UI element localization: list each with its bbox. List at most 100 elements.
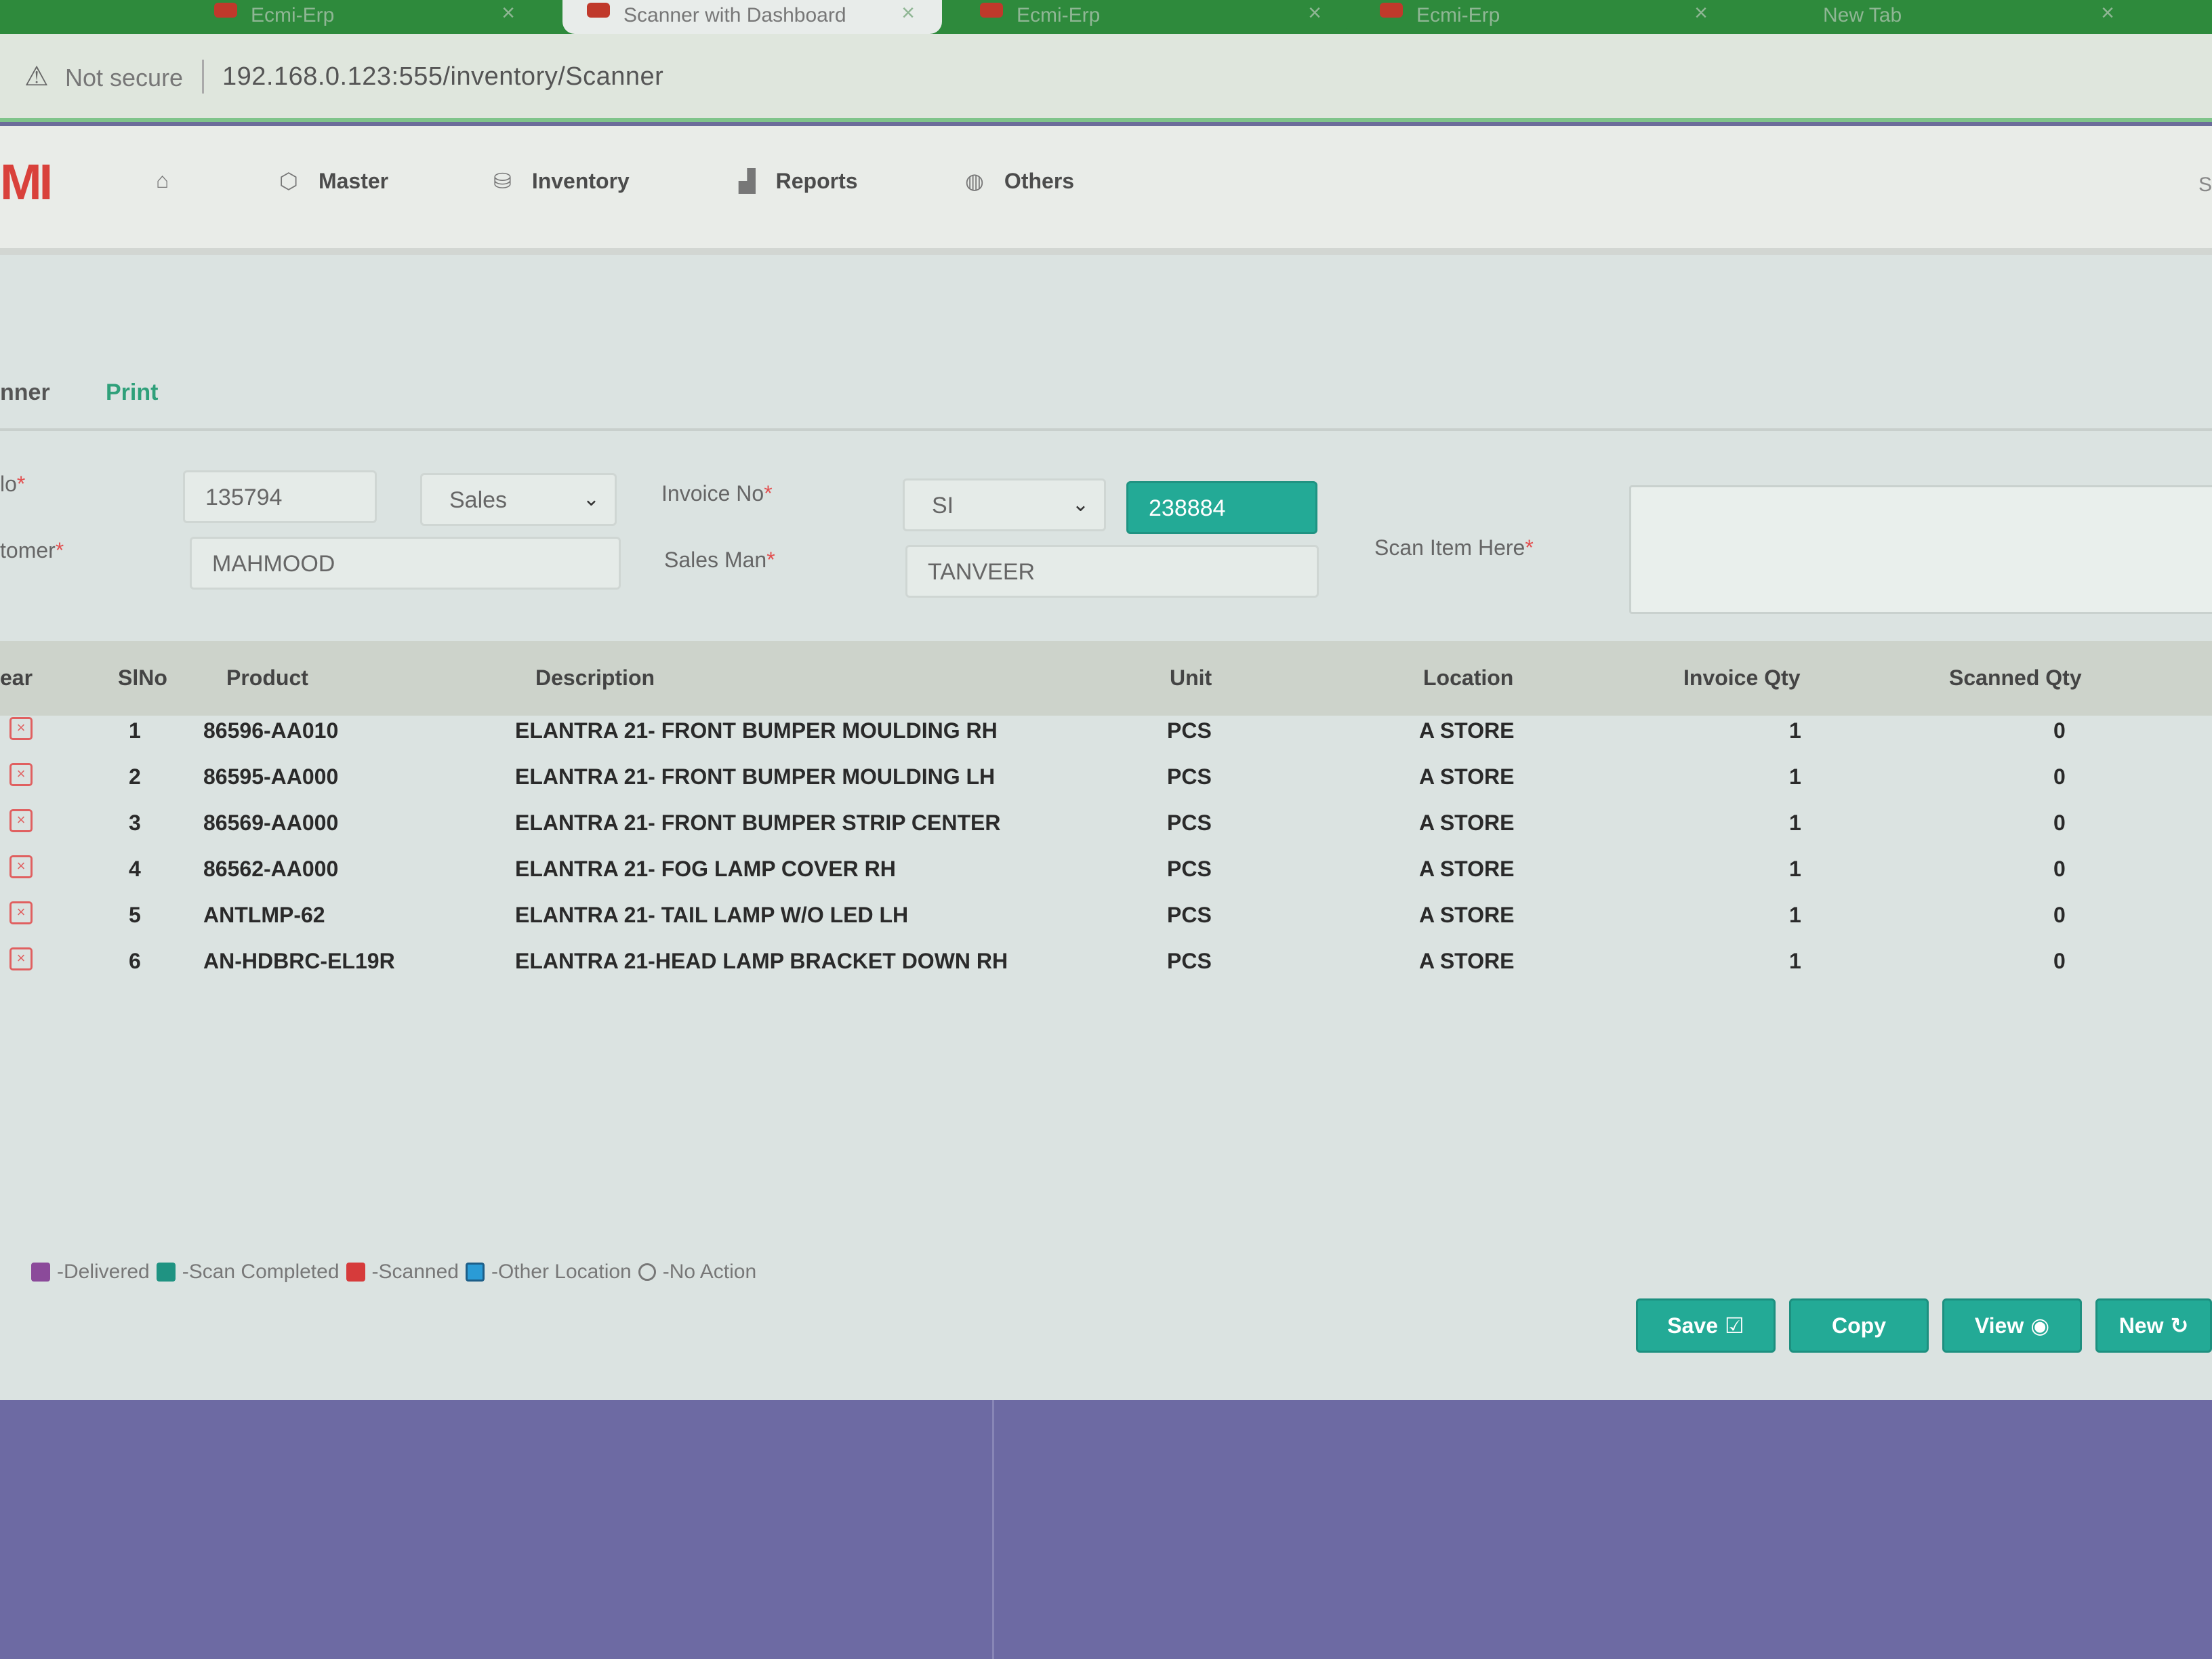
warning-icon[interactable]: ⚠ [24, 61, 49, 92]
col-product: Product [226, 665, 308, 690]
close-icon[interactable]: × [501, 0, 515, 26]
invoice-number-input[interactable]: 238884 [1126, 481, 1317, 534]
table-row[interactable]: × 4 86562-AA000 ELANTRA 21- FOG LAMP COV… [0, 847, 2212, 893]
cell-scanned-qty: 0 [2053, 903, 2066, 927]
table-row[interactable]: × 5 ANTLMP-62 ELANTRA 21- TAIL LAMP W/O … [0, 893, 2212, 939]
salesman-label-text: Sales Man [664, 548, 767, 572]
cell-product: ANTLMP-62 [203, 903, 325, 927]
tab-print[interactable]: Print [106, 380, 158, 406]
scan-label-text: Scan Item Here [1374, 535, 1525, 560]
delete-row-icon[interactable]: × [9, 901, 33, 924]
browser-tab-active[interactable]: Scanner with Dashboard × [562, 0, 942, 34]
browser-tab[interactable]: Ecmi-Erp × [956, 0, 1349, 34]
cell-unit: PCS [1167, 903, 1212, 927]
url-text[interactable]: 192.168.0.123:555/inventory/Scanner [222, 62, 663, 91]
browser-tab[interactable]: Ecmi-Erp × [1355, 0, 1735, 34]
tab-label: Ecmi-Erp [1416, 4, 1500, 26]
cell-product: 86569-AA000 [203, 811, 339, 835]
cell-slno: 5 [129, 903, 141, 927]
no-label: lo* [0, 472, 25, 497]
scan-item-input[interactable] [1629, 485, 2212, 614]
close-icon[interactable]: × [901, 0, 915, 26]
view-button[interactable]: View ◉ [1942, 1298, 2082, 1353]
other-location-swatch [465, 1263, 485, 1282]
required-mark: * [55, 538, 64, 562]
scanner-page: nner Print lo* 135794 Sales ⌄ Invoice No*… [0, 255, 2212, 1400]
tab-label: Ecmi-Erp [1017, 4, 1101, 26]
delete-row-icon[interactable]: × [9, 763, 33, 786]
nav-master[interactable]: ⬡ Master [279, 168, 388, 194]
nav-right-text[interactable]: S [2198, 173, 2212, 197]
cell-slno: 6 [129, 949, 141, 973]
required-mark: * [766, 548, 775, 572]
delete-row-icon[interactable]: × [9, 717, 33, 740]
cell-location: A STORE [1419, 764, 1515, 789]
legend-label: -No Action [662, 1261, 757, 1283]
bar-chart-icon: ▟ [739, 169, 756, 193]
cell-location: A STORE [1419, 857, 1515, 881]
browser-tab[interactable]: Ecmi-Erp × [190, 0, 542, 34]
delete-row-icon[interactable]: × [9, 947, 33, 970]
cell-scanned-qty: 0 [2053, 857, 2066, 881]
cell-slno: 4 [129, 857, 141, 881]
table-row[interactable]: × 2 86595-AA000 ELANTRA 21- FRONT BUMPER… [0, 755, 2212, 801]
copy-label: Copy [1832, 1313, 1886, 1338]
copy-button[interactable]: Copy [1789, 1298, 1929, 1353]
cell-description: ELANTRA 21- FOG LAMP COVER RH [515, 857, 896, 881]
document-no-input[interactable]: 135794 [183, 470, 377, 523]
app-logo[interactable]: MI [0, 153, 53, 211]
nav-label: Inventory [531, 168, 630, 193]
divider [992, 1400, 994, 1659]
browser-tab[interactable]: New Tab × [1762, 0, 2142, 34]
cell-scanned-qty: 0 [2053, 764, 2066, 789]
app-navbar: MI ⌂ ⬡ Master ⛁ Inventory ▟ Reports ◍ Others… [0, 126, 2212, 255]
favicon-icon [980, 3, 1003, 18]
delete-row-icon[interactable]: × [9, 855, 33, 878]
cell-product: AN-HDBRC-EL19R [203, 949, 395, 973]
table-row[interactable]: × 3 86569-AA000 ELANTRA 21- FRONT BUMPER… [0, 801, 2212, 847]
customer-input[interactable]: MAHMOOD [190, 537, 621, 590]
nav-others[interactable]: ◍ Others [965, 168, 1074, 194]
save-button[interactable]: Save ☑ [1636, 1298, 1776, 1353]
customer-label-text: tomer [0, 538, 56, 562]
favicon-icon [1380, 3, 1403, 18]
cell-invoice-qty: 1 [1789, 903, 1801, 927]
delivered-swatch [31, 1263, 50, 1282]
delete-row-icon[interactable]: × [9, 809, 33, 832]
favicon-icon [587, 3, 610, 18]
close-icon[interactable]: × [1308, 0, 1322, 26]
table-row[interactable]: × 1 86596-AA010 ELANTRA 21- FRONT BUMPER… [0, 709, 2212, 755]
salesman-input[interactable]: TANVEER [905, 545, 1319, 598]
cell-slno: 1 [129, 718, 141, 743]
type-select[interactable]: Sales ⌄ [420, 473, 617, 526]
scanned-swatch [346, 1263, 365, 1282]
cell-product: 86562-AA000 [203, 857, 339, 881]
tab-label: Ecmi-Erp [251, 4, 335, 26]
no-label-text: lo [0, 472, 17, 496]
address-bar[interactable]: ⚠ Not secure 192.168.0.123:555/inventory… [0, 34, 2212, 122]
cell-scanned-qty: 0 [2053, 718, 2066, 743]
cell-scanned-qty: 0 [2053, 811, 2066, 835]
close-icon[interactable]: × [1694, 0, 1708, 26]
nav-inventory[interactable]: ⛁ Inventory [493, 168, 630, 194]
scan-completed-swatch [156, 1263, 176, 1282]
subtab-bar: nner Print [0, 370, 2212, 431]
nav-reports[interactable]: ▟ Reports [739, 168, 858, 194]
tab-scanner[interactable]: nner [0, 380, 50, 406]
invoice-no-label: Invoice No* [661, 481, 773, 506]
nav-home[interactable]: ⌂ [156, 168, 169, 193]
required-mark: * [16, 472, 26, 496]
close-icon[interactable]: × [2101, 0, 2114, 26]
cell-unit: PCS [1167, 811, 1212, 835]
tab-label: New Tab [1823, 4, 1902, 26]
legend-label: -Delivered [57, 1261, 150, 1283]
col-unit: Unit [1170, 665, 1212, 690]
view-label: View [1974, 1313, 2024, 1338]
globe-icon: ◍ [965, 169, 984, 193]
invoice-prefix-select[interactable]: SI ⌄ [903, 478, 1106, 531]
new-button[interactable]: New ↻ [2095, 1298, 2212, 1353]
table-row[interactable]: × 6 AN-HDBRC-EL19R ELANTRA 21-HEAD LAMP … [0, 939, 2212, 985]
security-label[interactable]: Not secure [65, 64, 183, 92]
save-label: Save [1667, 1313, 1719, 1338]
col-scanned-qty: Scanned Qty [1949, 665, 2082, 690]
